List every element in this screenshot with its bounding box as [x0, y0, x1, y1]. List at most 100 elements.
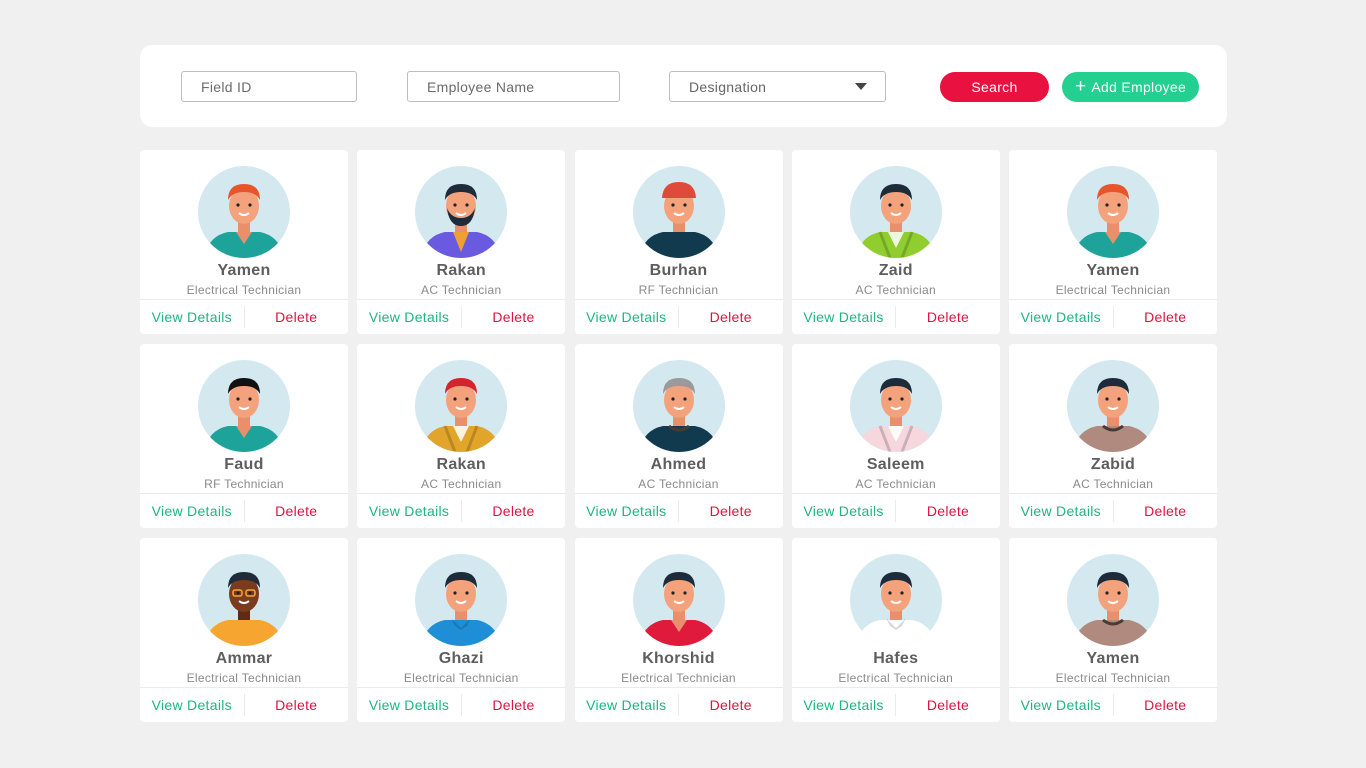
- view-details-button[interactable]: View Details: [1009, 688, 1113, 722]
- delete-button[interactable]: Delete: [462, 494, 566, 528]
- card-actions: View Details Delete: [140, 493, 348, 528]
- employee-card: Zaid AC Technician View Details Delete: [791, 150, 1000, 334]
- card-actions: View Details Delete: [574, 299, 783, 334]
- avatar: [198, 360, 290, 452]
- employee-card: Ammar Electrical Technician View Details…: [140, 538, 348, 722]
- avatar: [198, 554, 290, 646]
- designation-label: Designation: [689, 78, 767, 95]
- employee-name: Khorshid: [642, 650, 715, 667]
- employee-role: Electrical Technician: [186, 283, 302, 297]
- delete-button[interactable]: Delete: [245, 494, 349, 528]
- employee-name: Faud: [224, 456, 264, 473]
- employee-card: Yamen Electrical Technician View Details…: [1009, 538, 1217, 722]
- view-details-button[interactable]: View Details: [792, 300, 896, 334]
- view-details-button[interactable]: View Details: [575, 300, 679, 334]
- delete-button[interactable]: Delete: [679, 688, 783, 722]
- employee-name: Ahmed: [650, 456, 707, 473]
- delete-button[interactable]: Delete: [462, 300, 566, 334]
- employee-name-input[interactable]: [407, 71, 620, 102]
- employee-card: Ghazi Electrical Technician View Details…: [357, 538, 566, 722]
- view-details-button[interactable]: View Details: [1009, 494, 1113, 528]
- person-avatar-icon: [1073, 378, 1153, 452]
- employee-role: RF Technician: [638, 283, 719, 297]
- employee-name: Burhan: [649, 262, 708, 279]
- employee-card: Faud RF Technician View Details Delete: [140, 344, 348, 528]
- person-avatar-icon: [204, 378, 284, 452]
- avatar: [415, 360, 508, 452]
- employee-role: AC Technician: [855, 283, 936, 297]
- employee-role: Electrical Technician: [1055, 283, 1171, 297]
- avatar: [849, 166, 942, 258]
- delete-button[interactable]: Delete: [679, 494, 783, 528]
- view-details-button[interactable]: View Details: [1009, 300, 1113, 334]
- employee-card: Burhan RF Technician View Details Delete: [574, 150, 783, 334]
- delete-button[interactable]: Delete: [679, 300, 783, 334]
- person-avatar-icon: [421, 184, 502, 258]
- avatar: [415, 554, 508, 646]
- delete-button[interactable]: Delete: [896, 300, 1000, 334]
- delete-button[interactable]: Delete: [1114, 688, 1218, 722]
- view-details-button[interactable]: View Details: [575, 494, 679, 528]
- field-id-input[interactable]: [181, 71, 357, 102]
- view-details-button[interactable]: View Details: [357, 300, 461, 334]
- employee-name: Rakan: [436, 262, 487, 279]
- add-employee-button[interactable]: + Add Employee: [1062, 72, 1199, 102]
- view-details-button[interactable]: View Details: [357, 494, 461, 528]
- employee-role: AC Technician: [421, 477, 502, 491]
- card-actions: View Details Delete: [140, 687, 348, 722]
- delete-button[interactable]: Delete: [245, 300, 349, 334]
- search-button[interactable]: Search: [940, 72, 1049, 102]
- employee-name: Ghazi: [438, 650, 484, 667]
- avatar: [1067, 166, 1159, 258]
- employee-name: Saleem: [866, 456, 925, 473]
- employee-role: AC Technician: [638, 477, 719, 491]
- employee-role: Electrical Technician: [1055, 671, 1171, 685]
- view-details-button[interactable]: View Details: [792, 494, 896, 528]
- employee-name: Yamen: [1086, 650, 1140, 667]
- card-actions: View Details Delete: [357, 493, 566, 528]
- employee-role: Electrical Technician: [838, 671, 954, 685]
- delete-button[interactable]: Delete: [462, 688, 566, 722]
- employee-card: Zabid AC Technician View Details Delete: [1009, 344, 1217, 528]
- plus-icon: +: [1074, 75, 1087, 97]
- avatar: [1067, 360, 1159, 452]
- avatar: [1067, 554, 1159, 646]
- employee-name: Yamen: [1086, 262, 1140, 279]
- employee-card: Saleem AC Technician View Details Delete: [791, 344, 1000, 528]
- designation-select[interactable]: Designation: [669, 71, 886, 102]
- view-details-button[interactable]: View Details: [140, 688, 244, 722]
- avatar: [849, 360, 942, 452]
- card-actions: View Details Delete: [357, 299, 566, 334]
- view-details-button[interactable]: View Details: [140, 300, 244, 334]
- employee-card: Yamen Electrical Technician View Details…: [140, 150, 348, 334]
- employee-role: AC Technician: [1072, 477, 1154, 491]
- delete-button[interactable]: Delete: [1114, 494, 1218, 528]
- card-actions: View Details Delete: [791, 299, 1000, 334]
- person-avatar-icon: [638, 572, 719, 646]
- view-details-button[interactable]: View Details: [140, 494, 244, 528]
- employee-name: Rakan: [436, 456, 487, 473]
- card-actions: View Details Delete: [140, 299, 348, 334]
- employee-name: Zaid: [878, 262, 913, 279]
- delete-button[interactable]: Delete: [245, 688, 349, 722]
- delete-button[interactable]: Delete: [896, 494, 1000, 528]
- view-details-button[interactable]: View Details: [357, 688, 461, 722]
- employee-name: Hafes: [873, 650, 919, 667]
- caret-down-icon: [855, 83, 867, 90]
- view-details-button[interactable]: View Details: [792, 688, 896, 722]
- delete-button[interactable]: Delete: [896, 688, 1000, 722]
- avatar: [198, 166, 290, 258]
- person-avatar-icon: [421, 572, 502, 646]
- person-avatar-icon: [204, 572, 284, 646]
- employee-role: Electrical Technician: [403, 671, 519, 685]
- employee-role: AC Technician: [855, 477, 936, 491]
- employee-role: Electrical Technician: [621, 671, 736, 685]
- person-avatar-icon: [1073, 572, 1153, 646]
- card-actions: View Details Delete: [1009, 687, 1217, 722]
- card-actions: View Details Delete: [574, 687, 783, 722]
- delete-button[interactable]: Delete: [1114, 300, 1218, 334]
- employee-card: Rakan AC Technician View Details Delete: [357, 150, 566, 334]
- employee-name: Zabid: [1090, 456, 1136, 473]
- view-details-button[interactable]: View Details: [575, 688, 679, 722]
- card-actions: View Details Delete: [791, 687, 1000, 722]
